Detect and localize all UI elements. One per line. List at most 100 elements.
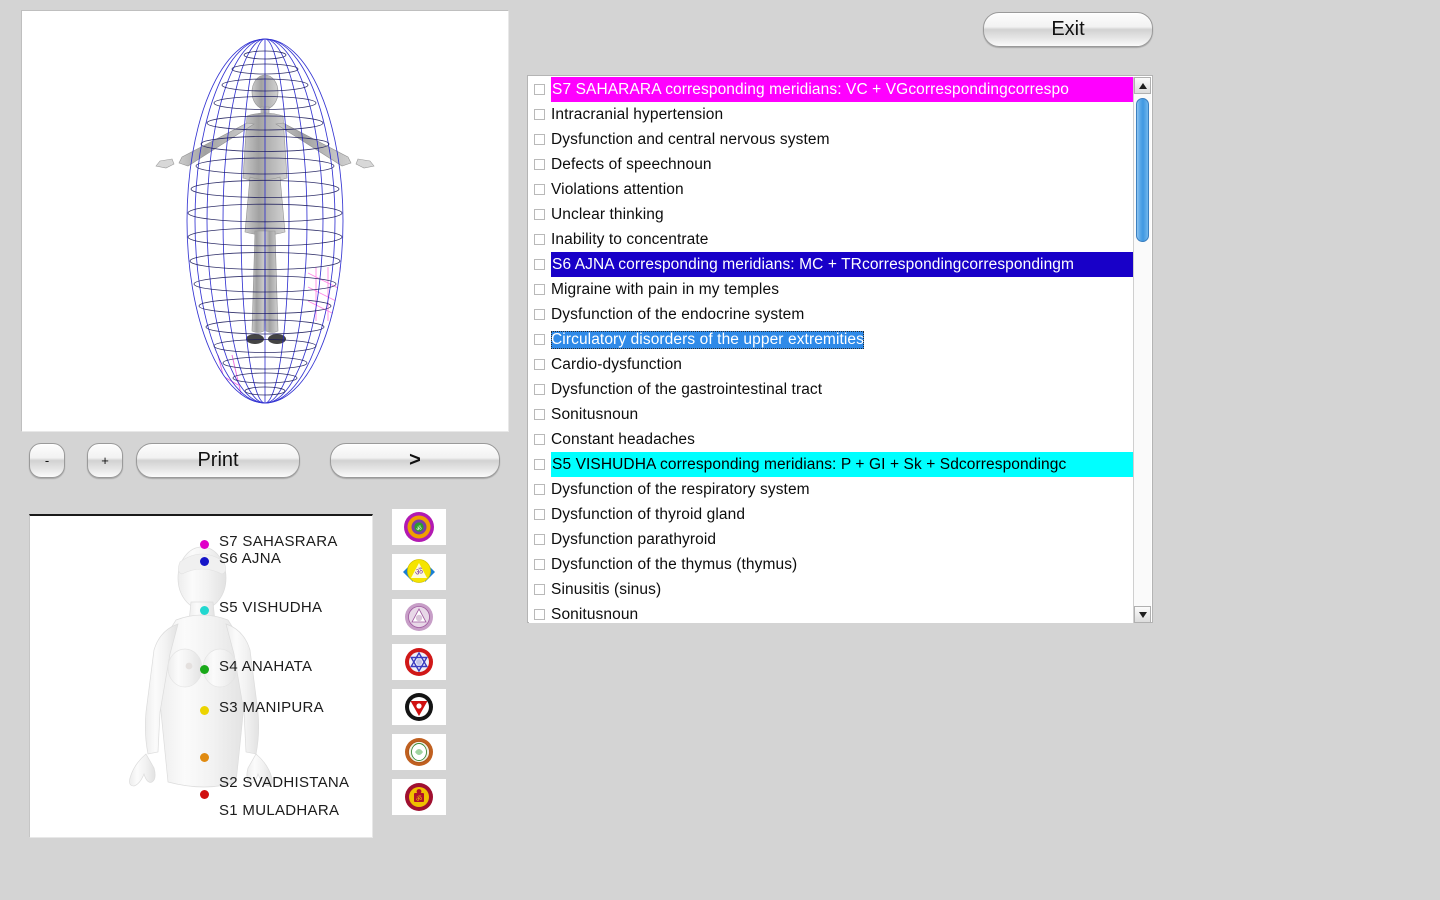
next-button[interactable]: >: [330, 443, 500, 478]
chakra-dot-s6: [200, 557, 209, 566]
row-label: Dysfunction of the endocrine system: [551, 305, 805, 323]
list-item[interactable]: Dysfunction of thyroid gland: [529, 502, 1135, 527]
row-label: Sinusitis (sinus): [551, 580, 662, 598]
list-item[interactable]: Migraine with pain in my temples: [529, 277, 1135, 302]
zoom-out-button[interactable]: -: [29, 443, 65, 478]
muladhara-icon[interactable]: ॐ: [392, 779, 446, 815]
row-label: Intracranial hypertension: [551, 105, 724, 123]
chakra-dot-s4: [200, 665, 209, 674]
row-checkbox[interactable]: [534, 384, 545, 395]
list-item[interactable]: Dysfunction of the endocrine system: [529, 302, 1135, 327]
scroll-down-arrow-icon[interactable]: [1134, 606, 1151, 623]
list-item[interactable]: Sonitusnoun: [529, 402, 1135, 427]
list-item[interactable]: Inability to concentrate: [529, 227, 1135, 252]
vishudha-icon[interactable]: [392, 599, 446, 635]
chakra-label-s5: S5 VISHUDHA: [219, 599, 323, 616]
row-checkbox[interactable]: [534, 284, 545, 295]
row-checkbox[interactable]: [534, 334, 545, 345]
row-label: Dysfunction and central nervous system: [551, 130, 830, 148]
scroll-up-arrow-icon[interactable]: [1134, 77, 1151, 94]
print-button[interactable]: Print: [136, 443, 300, 478]
row-checkbox[interactable]: [534, 509, 545, 520]
svadhistana-icon[interactable]: [392, 734, 446, 770]
chakra-label-s2: S2 SVADHISTANA: [219, 774, 350, 791]
ajna-icon[interactable]: ॐ: [392, 554, 446, 590]
chakra-icon-strip: ॐ ॐ ॐ: [392, 509, 446, 824]
chakra-label-s3: S3 MANIPURA: [219, 699, 324, 716]
chakra-dot-s3: [200, 706, 209, 715]
list-item[interactable]: Circulatory disorders of the upper extre…: [529, 327, 1135, 352]
row-checkbox[interactable]: [534, 209, 545, 220]
list-item[interactable]: Dysfunction of the respiratory system: [529, 477, 1135, 502]
row-label: S7 SAHARARA corresponding meridians: VC …: [551, 77, 1135, 102]
row-label: Cardio-dysfunction: [551, 355, 683, 373]
row-checkbox[interactable]: [534, 109, 545, 120]
exit-button[interactable]: Exit: [983, 12, 1153, 47]
list-item[interactable]: Dysfunction parathyroid: [529, 527, 1135, 552]
list-item[interactable]: S5 VISHUDHA corresponding meridians: P +…: [529, 452, 1135, 477]
row-checkbox[interactable]: [534, 134, 545, 145]
list-item[interactable]: Defects of speechnoun: [529, 152, 1135, 177]
list-item[interactable]: Violations attention: [529, 177, 1135, 202]
list-item[interactable]: Cardio-dysfunction: [529, 352, 1135, 377]
chakra-legend-panel[interactable]: S7 SAHASRARA S6 AJNA S5 VISHUDHA S4 ANAH…: [29, 514, 373, 838]
list-item[interactable]: Dysfunction of the gastrointestinal trac…: [529, 377, 1135, 402]
symptom-list[interactable]: S7 SAHARARA corresponding meridians: VC …: [529, 77, 1135, 623]
row-label: Dysfunction of the thymus (thymus): [551, 555, 798, 573]
vertical-scrollbar[interactable]: [1133, 77, 1151, 623]
list-item[interactable]: Intracranial hypertension: [529, 102, 1135, 127]
svg-text:ॐ: ॐ: [416, 795, 423, 803]
row-checkbox[interactable]: [534, 559, 545, 570]
list-item[interactable]: Dysfunction of the thymus (thymus): [529, 552, 1135, 577]
row-checkbox[interactable]: [534, 409, 545, 420]
row-label: Sonitusnoun: [551, 405, 639, 423]
sahasrara-icon[interactable]: ॐ: [392, 509, 446, 545]
row-label: S5 VISHUDHA corresponding meridians: P +…: [551, 452, 1135, 477]
row-label: Dysfunction of the respiratory system: [551, 480, 810, 498]
row-label: Dysfunction parathyroid: [551, 530, 717, 548]
row-checkbox[interactable]: [534, 584, 545, 595]
row-checkbox[interactable]: [534, 609, 545, 620]
list-item[interactable]: Constant headaches: [529, 427, 1135, 452]
zoom-in-button[interactable]: +: [87, 443, 123, 478]
row-checkbox[interactable]: [534, 84, 545, 95]
chakra-label-s4: S4 ANAHATA: [219, 658, 313, 675]
chakra-label-s6: S6 AJNA: [219, 550, 282, 567]
row-checkbox[interactable]: [534, 484, 545, 495]
chakra-label-s7: S7 SAHASRARA: [219, 533, 338, 550]
svg-text:ॐ: ॐ: [415, 567, 423, 578]
aura-visualization-panel[interactable]: [21, 10, 509, 432]
list-item[interactable]: Sonitusnoun: [529, 602, 1135, 623]
row-label: Unclear thinking: [551, 205, 664, 223]
row-checkbox[interactable]: [534, 259, 545, 270]
list-item[interactable]: S7 SAHARARA corresponding meridians: VC …: [529, 77, 1135, 102]
manipura-icon[interactable]: [392, 689, 446, 725]
anahata-icon[interactable]: [392, 644, 446, 680]
list-item[interactable]: Dysfunction and central nervous system: [529, 127, 1135, 152]
muladhara-icon-glyph: ॐ: [405, 783, 433, 811]
triangle-down-icon: [1138, 611, 1147, 618]
chakra-label-s1: S1 MULADHARA: [219, 802, 340, 819]
row-label: Constant headaches: [551, 430, 695, 448]
row-checkbox[interactable]: [534, 459, 545, 470]
chakra-dot-s7: [200, 540, 209, 549]
row-checkbox[interactable]: [534, 359, 545, 370]
list-item[interactable]: Sinusitis (sinus): [529, 577, 1135, 602]
row-checkbox[interactable]: [534, 234, 545, 245]
row-checkbox[interactable]: [534, 309, 545, 320]
svg-text:ॐ: ॐ: [416, 525, 422, 533]
row-checkbox[interactable]: [534, 434, 545, 445]
row-checkbox[interactable]: [534, 159, 545, 170]
chakra-dot-s1: [200, 790, 209, 799]
row-label: Circulatory disorders of the upper extre…: [551, 330, 865, 349]
scrollbar-thumb[interactable]: [1136, 98, 1149, 242]
row-checkbox[interactable]: [534, 184, 545, 195]
row-label: Defects of speechnoun: [551, 155, 712, 173]
list-item[interactable]: Unclear thinking: [529, 202, 1135, 227]
row-label: Violations attention: [551, 180, 684, 198]
list-item[interactable]: S6 AJNA corresponding meridians: MC + TR…: [529, 252, 1135, 277]
anahata-icon-glyph: [405, 648, 433, 676]
row-label: Sonitusnoun: [551, 605, 639, 623]
svadhistana-icon-glyph: [405, 738, 433, 766]
row-checkbox[interactable]: [534, 534, 545, 545]
